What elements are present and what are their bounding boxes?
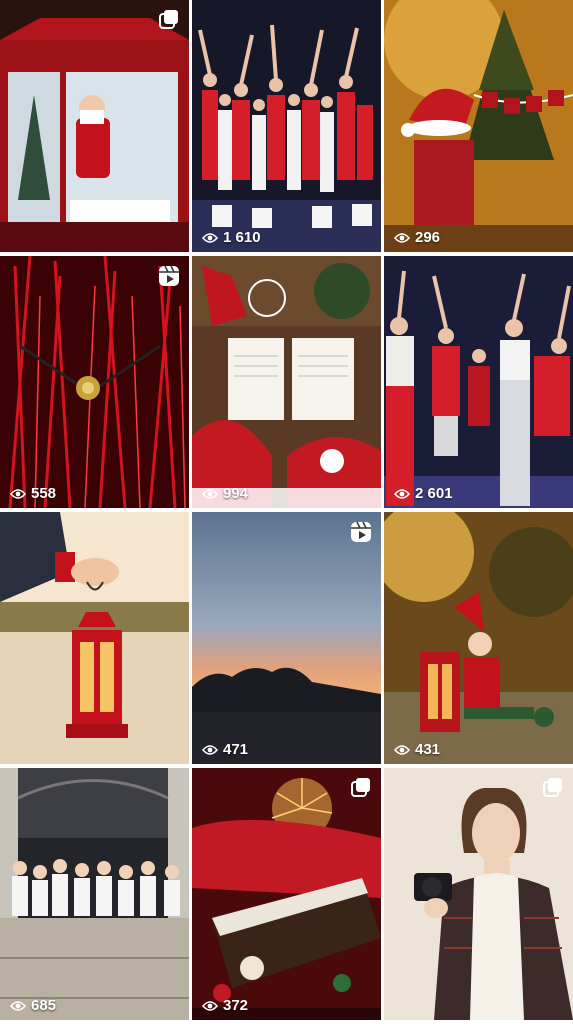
view-count-label: 994 (223, 485, 249, 502)
reel-icon (159, 265, 179, 286)
view-count: 372 (202, 997, 248, 1014)
view-count: 685 (10, 997, 56, 1014)
view-count-label: 471 (223, 741, 249, 758)
view-count-label: 558 (31, 485, 57, 502)
view-count-label: 1 610 (223, 229, 261, 246)
post-tile[interactable] (0, 512, 189, 764)
eye-icon (202, 488, 218, 499)
post-tile[interactable]: 471 (192, 512, 381, 764)
post-tile[interactable]: 431 (384, 512, 573, 764)
post-grid: 1 610 296 558 994 2 601 471 431 685 372 (0, 0, 573, 1024)
post-thumbnail (384, 0, 573, 252)
post-thumbnail (192, 768, 381, 1020)
eye-icon (10, 488, 26, 499)
view-count: 1 610 (202, 229, 261, 246)
post-thumbnail (192, 512, 381, 764)
carousel-icon (159, 10, 178, 29)
view-count: 558 (10, 485, 56, 502)
eye-icon (394, 488, 410, 499)
post-thumbnail (384, 768, 573, 1020)
post-thumbnail (0, 768, 189, 1020)
eye-icon (202, 1000, 218, 1011)
eye-icon (394, 744, 410, 755)
view-count: 431 (394, 741, 440, 758)
view-count-label: 2 601 (415, 485, 453, 502)
view-count: 471 (202, 741, 248, 758)
post-thumbnail (384, 256, 573, 508)
eye-icon (202, 744, 218, 755)
post-tile[interactable] (384, 768, 573, 1020)
post-thumbnail (0, 0, 189, 252)
view-count-label: 685 (31, 997, 57, 1014)
view-count: 2 601 (394, 485, 453, 502)
post-tile[interactable]: 685 (0, 768, 189, 1020)
post-tile[interactable]: 372 (192, 768, 381, 1020)
view-count: 994 (202, 485, 248, 502)
post-thumbnail (0, 256, 189, 508)
post-tile[interactable]: 296 (384, 0, 573, 252)
eye-icon (10, 1000, 26, 1011)
carousel-icon (543, 778, 562, 797)
eye-icon (394, 232, 410, 243)
reel-icon (351, 521, 371, 542)
post-thumbnail (0, 512, 189, 764)
view-count: 296 (394, 229, 440, 246)
post-tile[interactable]: 558 (0, 256, 189, 508)
view-count-label: 296 (415, 229, 441, 246)
post-thumbnail (192, 256, 381, 508)
carousel-icon (351, 778, 370, 797)
post-thumbnail (384, 512, 573, 764)
post-tile[interactable]: 2 601 (384, 256, 573, 508)
post-tile[interactable]: 994 (192, 256, 381, 508)
post-tile[interactable] (0, 0, 189, 252)
post-thumbnail (192, 0, 381, 252)
view-count-label: 372 (223, 997, 249, 1014)
eye-icon (202, 232, 218, 243)
view-count-label: 431 (415, 741, 441, 758)
post-tile[interactable]: 1 610 (192, 0, 381, 252)
